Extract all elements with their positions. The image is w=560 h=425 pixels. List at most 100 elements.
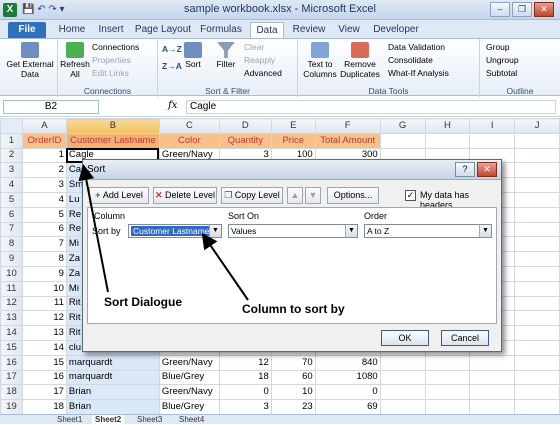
cell[interactable]: [424, 399, 471, 414]
order-select[interactable]: A to Z ▼: [364, 224, 492, 238]
cell[interactable]: [424, 384, 471, 401]
advanced-button[interactable]: Advanced: [244, 68, 282, 78]
cell[interactable]: Color: [158, 132, 220, 149]
row-header[interactable]: 12: [0, 295, 23, 312]
properties-button[interactable]: Properties: [92, 55, 131, 65]
row-header[interactable]: 6: [0, 206, 23, 223]
cell[interactable]: [514, 132, 560, 149]
cell[interactable]: 18: [21, 399, 67, 414]
tab-review[interactable]: Review: [290, 22, 328, 38]
cell[interactable]: [514, 280, 560, 297]
cell[interactable]: 5: [21, 206, 67, 223]
cell[interactable]: Green/Navy: [158, 354, 220, 371]
tab-developer[interactable]: Developer: [370, 22, 422, 38]
cell[interactable]: [424, 132, 471, 149]
cell[interactable]: 3: [21, 177, 67, 193]
cell[interactable]: [514, 384, 560, 401]
cell[interactable]: 840: [314, 354, 381, 371]
cell[interactable]: 12: [21, 310, 67, 327]
cell[interactable]: 0: [218, 384, 272, 401]
sort-az-button[interactable]: A→Z: [162, 44, 182, 54]
cell[interactable]: [379, 384, 426, 401]
cell[interactable]: 11: [21, 295, 67, 312]
dialog-close-button[interactable]: ✕: [477, 162, 497, 177]
cell[interactable]: [424, 369, 471, 386]
cell[interactable]: 3: [218, 399, 272, 414]
row-header[interactable]: 3: [0, 162, 23, 179]
column-header-b[interactable]: B: [65, 118, 160, 134]
cell[interactable]: [514, 162, 560, 179]
get-external-data-button[interactable]: Get External Data: [4, 42, 56, 79]
cell[interactable]: [379, 132, 426, 149]
options-button[interactable]: Options...: [327, 187, 379, 204]
tab-home[interactable]: Home: [55, 22, 89, 38]
cell[interactable]: [469, 399, 516, 414]
cell[interactable]: Blue/Grey: [158, 369, 220, 386]
cell[interactable]: 0: [314, 384, 381, 401]
cell[interactable]: marquardt: [65, 354, 160, 371]
cell[interactable]: [514, 339, 560, 356]
refresh-all-button[interactable]: Refresh All: [60, 42, 90, 79]
cell[interactable]: [514, 236, 560, 253]
row-header[interactable]: 7: [0, 221, 23, 238]
cell[interactable]: 10: [270, 384, 316, 401]
column-header-j[interactable]: J: [514, 118, 560, 134]
cell[interactable]: OrderID: [21, 132, 67, 149]
row-header[interactable]: 13: [0, 310, 23, 327]
formula-input[interactable]: Cagle: [186, 100, 556, 114]
row-header[interactable]: 14: [0, 325, 23, 341]
tab-formulas[interactable]: Formulas: [198, 22, 244, 38]
cell[interactable]: Brian: [65, 384, 160, 401]
row-header[interactable]: 2: [0, 147, 23, 164]
cell[interactable]: Price: [270, 132, 316, 149]
column-header-e[interactable]: E: [270, 118, 316, 134]
ok-button[interactable]: OK: [381, 330, 429, 346]
help-button[interactable]: ?: [455, 162, 475, 177]
move-up-button[interactable]: ▲: [287, 187, 303, 204]
tab-view[interactable]: View: [334, 22, 364, 38]
cell[interactable]: [514, 295, 560, 312]
cell[interactable]: [379, 354, 426, 371]
row-header[interactable]: 4: [0, 177, 23, 193]
text-to-columns-button[interactable]: Text to Columns: [302, 42, 338, 79]
cell[interactable]: [514, 177, 560, 193]
tab-insert[interactable]: Insert: [94, 22, 128, 38]
cell[interactable]: Brian: [65, 399, 160, 414]
clear-button[interactable]: Clear: [244, 42, 264, 52]
sort-on-select[interactable]: Values ▼: [228, 224, 358, 238]
sort-za-button[interactable]: Z→A: [162, 61, 182, 71]
minimize-button[interactable]: –: [490, 2, 510, 17]
column-header-a[interactable]: A: [21, 118, 67, 134]
close-button[interactable]: ✕: [534, 2, 554, 17]
cell[interactable]: 12: [218, 354, 272, 371]
cell[interactable]: [514, 147, 560, 164]
tab-file[interactable]: File: [8, 22, 46, 38]
cell[interactable]: 18: [218, 369, 272, 386]
cell[interactable]: Customer Lastname: [65, 132, 160, 149]
ungroup-button[interactable]: Ungroup: [486, 55, 519, 65]
group-button[interactable]: Group: [486, 42, 510, 52]
cell[interactable]: 9: [21, 265, 67, 282]
column-header-c[interactable]: C: [158, 118, 220, 134]
cell[interactable]: 4: [21, 191, 67, 208]
cell[interactable]: [469, 384, 516, 401]
column-header-i[interactable]: I: [469, 118, 516, 134]
cell[interactable]: 13: [21, 325, 67, 341]
cell[interactable]: Blue/Grey: [158, 399, 220, 414]
cell[interactable]: 69: [314, 399, 381, 414]
cell[interactable]: 10: [21, 280, 67, 297]
cancel-button[interactable]: Cancel: [441, 330, 489, 346]
remove-duplicates-button[interactable]: Remove Duplicates: [340, 42, 380, 79]
cell[interactable]: 7: [21, 236, 67, 253]
sort-button[interactable]: Sort: [180, 42, 206, 69]
move-down-button[interactable]: ▼: [305, 187, 321, 204]
subtotal-button[interactable]: Subtotal: [486, 68, 517, 78]
add-level-button[interactable]: + Add Level: [89, 187, 149, 204]
maximize-button[interactable]: ❐: [512, 2, 532, 17]
data-validation-button[interactable]: Data Validation: [388, 42, 445, 52]
cell[interactable]: 60: [270, 369, 316, 386]
cell[interactable]: 16: [21, 369, 67, 386]
column-select[interactable]: Customer Lastname ▼: [128, 224, 222, 238]
headers-checkbox[interactable]: ✓: [405, 190, 416, 201]
delete-level-button[interactable]: ✕ Delete Level: [153, 187, 217, 204]
